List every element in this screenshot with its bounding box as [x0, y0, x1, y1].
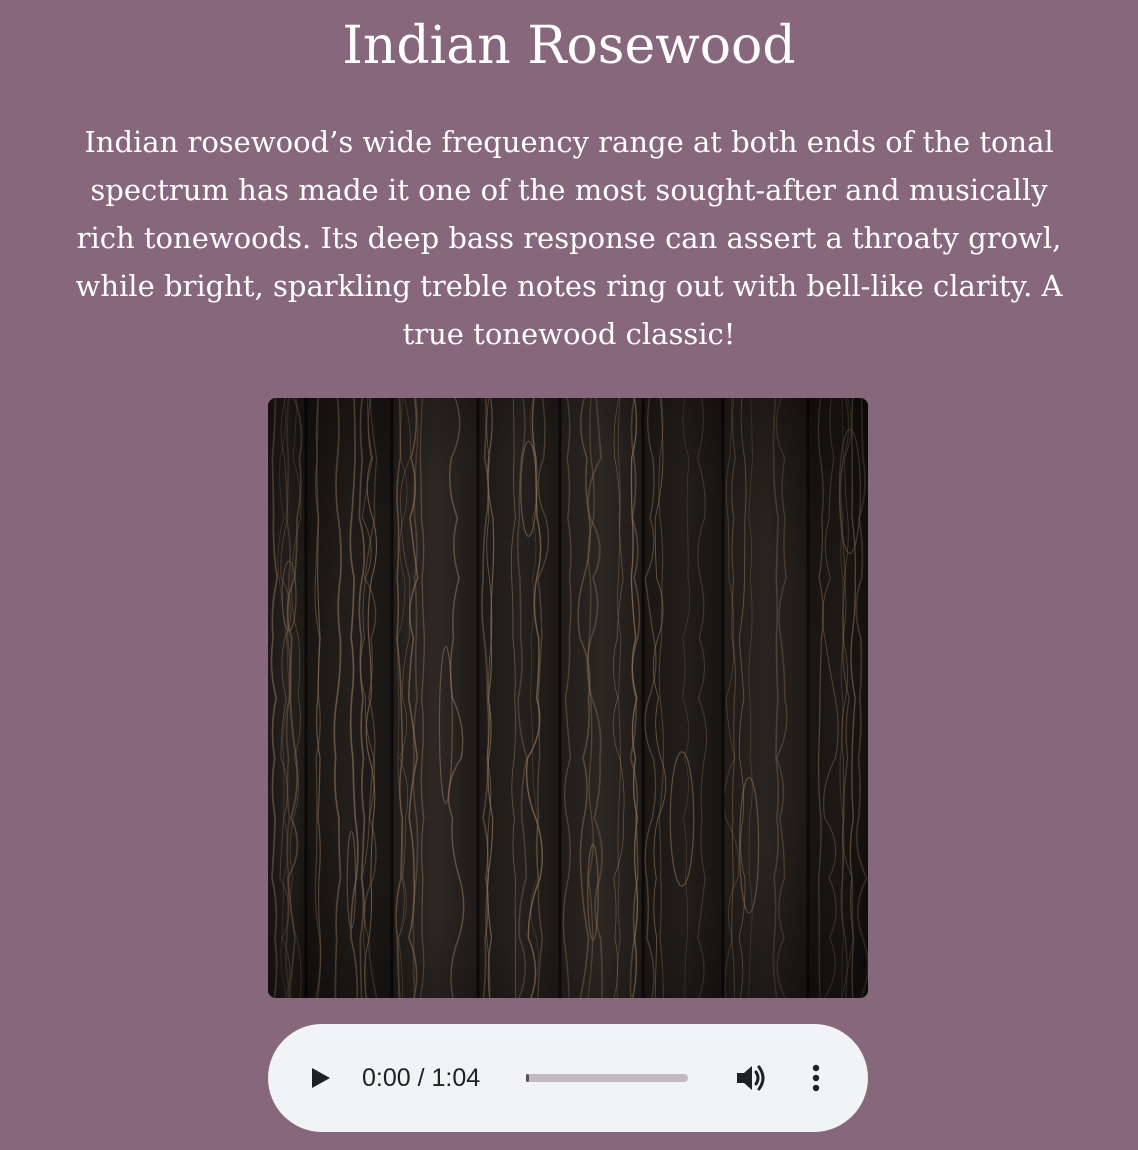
seek-slider[interactable]	[526, 1074, 688, 1082]
page-title: Indian Rosewood	[342, 16, 796, 76]
volume-button[interactable]	[732, 1060, 770, 1096]
more-vertical-icon	[812, 1064, 820, 1092]
page: Indian Rosewood Indian rosewood’s wide f…	[0, 0, 1138, 1150]
play-icon	[312, 1068, 330, 1088]
rosewood-image	[268, 398, 868, 998]
time-display: 0:00 / 1:04	[362, 1064, 481, 1092]
play-button[interactable]	[300, 1060, 336, 1096]
description-text: Indian rosewood’s wide frequency range a…	[75, 125, 1063, 351]
volume-icon	[737, 1065, 765, 1091]
more-options-button[interactable]	[802, 1060, 830, 1096]
seek-progress	[526, 1074, 529, 1082]
